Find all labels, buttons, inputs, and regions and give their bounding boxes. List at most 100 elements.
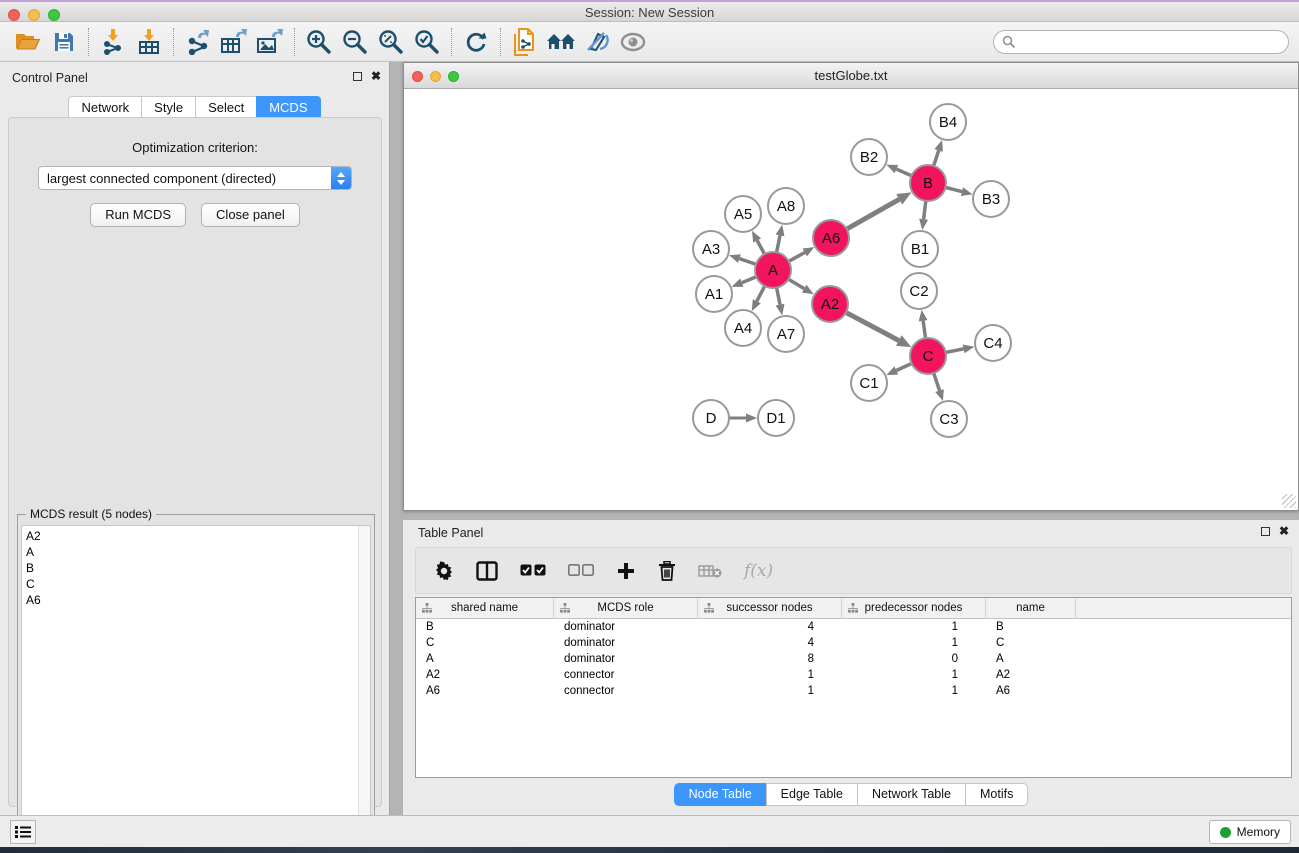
cell-predecessor-nodes[interactable]: 1 xyxy=(842,621,986,633)
tab-node-table[interactable]: Node Table xyxy=(674,783,766,806)
cell-shared-name[interactable]: A6 xyxy=(416,685,554,697)
mcds-result-item[interactable]: A xyxy=(22,544,370,560)
mcds-result-item[interactable]: C xyxy=(22,576,370,592)
float-panel-icon[interactable] xyxy=(353,72,362,81)
close-panel-button[interactable]: Close panel xyxy=(201,203,300,227)
save-session-icon[interactable] xyxy=(46,26,82,58)
zoom-selected-icon[interactable] xyxy=(409,26,445,58)
cell-name[interactable]: B xyxy=(986,621,1076,633)
table-row[interactable]: Bdominator41B xyxy=(416,619,1291,635)
criterion-dropdown[interactable]: largest connected component (directed) xyxy=(38,166,352,190)
show-columns-icon[interactable] xyxy=(476,556,498,586)
zoom-out-icon[interactable] xyxy=(337,26,373,58)
edge-A6-B[interactable] xyxy=(847,199,900,229)
cell-successor-nodes[interactable]: 8 xyxy=(698,653,842,665)
column-header-predecessor-nodes[interactable]: predecessor nodes xyxy=(842,598,986,618)
tab-edge-table[interactable]: Edge Table xyxy=(766,783,857,806)
cell-successor-nodes[interactable]: 1 xyxy=(698,669,842,681)
dropdown-stepper-icon[interactable] xyxy=(331,167,351,189)
network-graph[interactable]: AA1A2A3A4A5A6A7A8BB1B2B3B4CC1C2C3C4DD1 xyxy=(405,90,1297,509)
cell-predecessor-nodes[interactable]: 1 xyxy=(842,669,986,681)
edge-C-C2[interactable] xyxy=(923,321,925,338)
export-network-icon[interactable] xyxy=(180,26,216,58)
table-row[interactable]: A2connector11A2 xyxy=(416,667,1291,683)
search-field[interactable] xyxy=(993,30,1289,54)
select-all-rows-icon[interactable] xyxy=(520,556,546,586)
network-view-window[interactable]: testGlobe.txt AA1A2A3A4A5A6A7A8BB1B2B3B4… xyxy=(403,62,1299,511)
column-header-successor-nodes[interactable]: successor nodes xyxy=(698,598,842,618)
open-file-icon[interactable] xyxy=(10,26,46,58)
cell-name[interactable]: C xyxy=(986,637,1076,649)
refresh-icon[interactable] xyxy=(458,26,494,58)
cell-predecessor-nodes[interactable]: 1 xyxy=(842,637,986,649)
cell-name[interactable]: A2 xyxy=(986,669,1076,681)
edge-A-A8[interactable] xyxy=(777,235,780,252)
mcds-result-item[interactable]: A6 xyxy=(22,592,370,608)
cell-predecessor-nodes[interactable]: 1 xyxy=(842,685,986,697)
hide-labels-icon[interactable] xyxy=(579,26,615,58)
cell-name[interactable]: A xyxy=(986,653,1076,665)
table-row[interactable]: A6connector11A6 xyxy=(416,683,1291,699)
table-settings-gear-icon[interactable] xyxy=(434,556,454,586)
edge-C-C1[interactable] xyxy=(896,363,911,370)
export-image-icon[interactable] xyxy=(252,26,288,58)
cell-shared-name[interactable]: A xyxy=(416,653,554,665)
mcds-result-item[interactable]: B xyxy=(22,560,370,576)
edge-A-A4[interactable] xyxy=(757,286,765,301)
show-panels-list-button[interactable] xyxy=(10,820,36,844)
edge-A-A1[interactable] xyxy=(742,277,757,283)
cell-MCDS-role[interactable]: connector xyxy=(554,669,698,681)
cell-MCDS-role[interactable]: connector xyxy=(554,685,698,697)
edge-A-A3[interactable] xyxy=(739,259,756,265)
zoom-in-icon[interactable] xyxy=(301,26,337,58)
edge-B-B2[interactable] xyxy=(896,169,911,176)
cell-successor-nodes[interactable]: 4 xyxy=(698,637,842,649)
resize-grip-icon[interactable] xyxy=(1282,494,1296,508)
tab-network-table[interactable]: Network Table xyxy=(857,783,965,806)
scrollbar-track[interactable] xyxy=(358,526,370,847)
new-session-from-network-icon[interactable] xyxy=(507,26,543,58)
table-row[interactable]: Cdominator41C xyxy=(416,635,1291,651)
cell-MCDS-role[interactable]: dominator xyxy=(554,621,698,633)
import-table-icon[interactable] xyxy=(131,26,167,58)
close-panel-icon[interactable]: ✖ xyxy=(371,71,381,81)
show-graphics-details-icon[interactable] xyxy=(615,26,651,58)
edge-C-C4[interactable] xyxy=(946,349,964,353)
column-header-MCDS-role[interactable]: MCDS role xyxy=(554,598,698,618)
network-canvas[interactable]: AA1A2A3A4A5A6A7A8BB1B2B3B4CC1C2C3C4DD1 xyxy=(405,90,1297,509)
float-table-panel-icon[interactable] xyxy=(1261,527,1270,536)
mcds-result-list[interactable]: A2ABCA6 xyxy=(21,525,371,848)
node-table[interactable]: shared nameMCDS rolesuccessor nodesprede… xyxy=(415,597,1292,778)
network-window-titlebar[interactable]: testGlobe.txt xyxy=(404,63,1298,89)
cell-shared-name[interactable]: B xyxy=(416,621,554,633)
edge-B-B1[interactable] xyxy=(924,201,926,219)
home-icon[interactable] xyxy=(543,26,579,58)
edge-C-C3[interactable] xyxy=(934,373,940,390)
edge-A-A5[interactable] xyxy=(757,240,764,254)
cell-predecessor-nodes[interactable]: 0 xyxy=(842,653,986,665)
memory-button[interactable]: Memory xyxy=(1209,820,1291,844)
mcds-result-item[interactable]: A2 xyxy=(22,526,370,544)
edge-A2-C[interactable] xyxy=(846,312,899,340)
cell-name[interactable]: A6 xyxy=(986,685,1076,697)
export-table-icon[interactable] xyxy=(216,26,252,58)
edge-A-A7[interactable] xyxy=(777,288,780,305)
main-titlebar[interactable]: Session: New Session xyxy=(0,2,1299,22)
add-column-icon[interactable] xyxy=(616,556,636,586)
close-table-panel-icon[interactable]: ✖ xyxy=(1279,526,1289,536)
edge-A-A6[interactable] xyxy=(789,252,805,261)
cell-MCDS-role[interactable]: dominator xyxy=(554,653,698,665)
edge-B-B3[interactable] xyxy=(945,187,961,191)
edge-B-B4[interactable] xyxy=(934,151,939,166)
delete-column-icon[interactable] xyxy=(658,556,676,586)
column-header-shared-name[interactable]: shared name xyxy=(416,598,554,618)
edge-A-A2[interactable] xyxy=(788,279,804,288)
run-mcds-button[interactable]: Run MCDS xyxy=(90,203,186,227)
table-row[interactable]: Adominator80A xyxy=(416,651,1291,667)
deselect-all-rows-icon[interactable] xyxy=(568,556,594,586)
cell-successor-nodes[interactable]: 4 xyxy=(698,621,842,633)
import-network-icon[interactable] xyxy=(95,26,131,58)
cell-shared-name[interactable]: C xyxy=(416,637,554,649)
cell-successor-nodes[interactable]: 1 xyxy=(698,685,842,697)
search-input[interactable] xyxy=(1016,32,1288,52)
